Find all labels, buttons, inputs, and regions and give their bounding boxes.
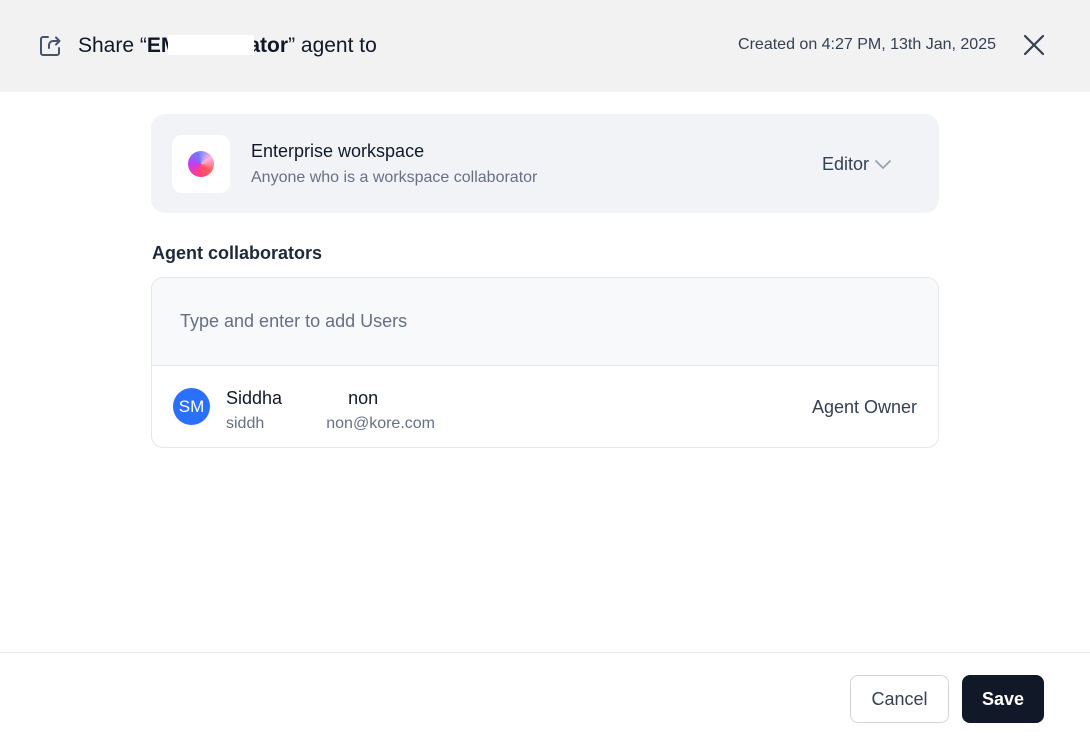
redaction-block (282, 386, 349, 404)
workspace-name: Enterprise workspace (251, 141, 425, 161)
dialog-footer: Cancel Save (0, 652, 1090, 738)
workspace-access-card: Enterprise workspace Anyone who is a wor… (151, 114, 939, 213)
add-users-input[interactable] (152, 278, 938, 366)
workspace-logo-icon (188, 151, 214, 177)
chevron-down-icon (875, 159, 891, 169)
workspace-logo (172, 135, 230, 193)
collaborators-title: Agent collaborators (152, 243, 323, 263)
share-icon (40, 36, 61, 56)
save-button[interactable]: Save (962, 675, 1044, 723)
title-suffix: ” agent to (288, 34, 377, 57)
created-timestamp: Created on 4:27 PM, 13th Jan, 2025 (738, 36, 996, 53)
collaborator-row: SM Siddha non siddh non@kore.com Agent Own… (152, 366, 938, 447)
collaborator-role: Agent Owner (811, 397, 917, 417)
collaborator-name: Siddha non (226, 386, 378, 409)
dialog-header: Share “EM ator” agent to Created on 4:27 … (0, 0, 1090, 92)
collaborator-email-start: siddh (226, 415, 265, 432)
collaborator-email-end: non@kore.com (326, 415, 435, 432)
title-prefix: Share “ (78, 34, 147, 57)
redaction-block (168, 35, 255, 55)
redaction-block (264, 412, 327, 428)
cancel-button[interactable]: Cancel (850, 675, 949, 723)
avatar: SM (173, 388, 210, 425)
workspace-role-label: Editor (822, 154, 870, 174)
collaborator-name-start: Siddha (226, 388, 283, 408)
workspace-description: Anyone who is a workspace collaborator (251, 169, 538, 186)
collaborator-name-end: non (348, 388, 379, 408)
close-icon[interactable] (1021, 32, 1047, 58)
workspace-role-dropdown[interactable]: Editor (822, 154, 893, 175)
agent-name: EM ator (147, 34, 288, 57)
collaborators-panel: SM Siddha non siddh non@kore.com Agent Own… (151, 277, 939, 448)
collaborator-email: siddh non@kore.com (226, 412, 435, 433)
dialog-title: Share “EM ator” agent to (78, 33, 377, 59)
